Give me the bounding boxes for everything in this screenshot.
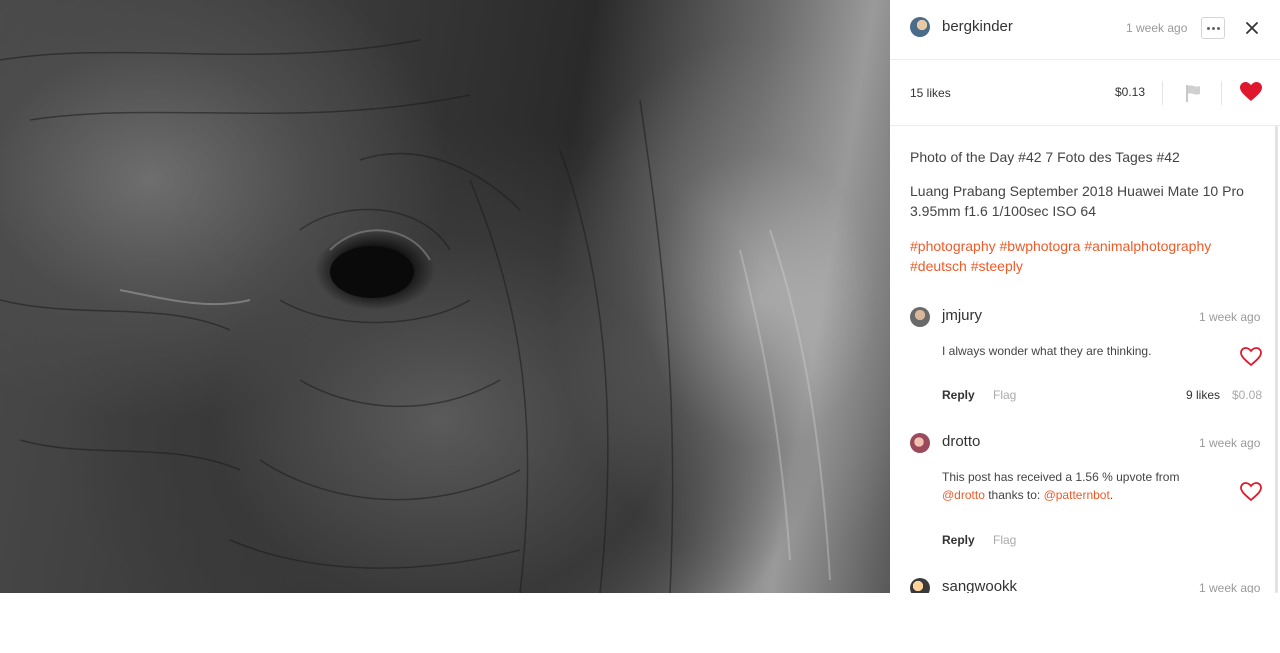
comment-text: This post has received a 1.56 % upvote f… [942, 468, 1232, 504]
comment-text-part: This post has received a 1.56 % upvote f… [942, 470, 1180, 484]
divider [1162, 81, 1163, 105]
comment-author[interactable]: drotto [942, 433, 980, 450]
author-avatar[interactable] [910, 17, 930, 37]
flag-button[interactable]: Flag [993, 388, 1016, 402]
comment-avatar[interactable] [910, 307, 930, 327]
post-stats-bar: 15 likes $0.13 [890, 61, 1280, 126]
photo-texture [0, 39, 831, 593]
comment-avatar[interactable] [910, 433, 930, 453]
comment-author[interactable]: jmjury [942, 307, 982, 324]
panel-scrollbar[interactable] [1275, 126, 1278, 593]
author-name[interactable]: bergkinder [942, 18, 1013, 35]
heart-icon[interactable] [1239, 480, 1263, 504]
close-icon[interactable] [1242, 18, 1262, 38]
divider [1221, 81, 1222, 105]
heart-icon[interactable] [1239, 80, 1263, 104]
more-options-icon [1206, 26, 1210, 30]
post-photo[interactable] [0, 0, 890, 593]
more-options-dot [1216, 26, 1220, 30]
comment-avatar[interactable] [910, 578, 930, 593]
more-options-button[interactable] [1201, 17, 1225, 39]
post-payout: $0.13 [1115, 85, 1146, 99]
likes-count[interactable]: 15 likes [910, 86, 951, 100]
comment-author[interactable]: sangwookk [942, 578, 1017, 593]
post-title: Photo of the Day #42 7 Foto des Tages #4… [910, 149, 1180, 165]
reply-button[interactable]: Reply [942, 388, 975, 402]
tags-line[interactable]: #deutsch #steeply [910, 256, 1262, 276]
flag-icon[interactable] [1184, 83, 1202, 103]
more-options-dot [1211, 26, 1215, 30]
flag-button[interactable]: Flag [993, 533, 1016, 547]
user-mention-link[interactable]: @patternbot [1044, 488, 1110, 502]
post-detail-panel: bergkinder 1 week ago 15 likes $0.13 Pho [890, 0, 1280, 593]
post-tags[interactable]: #photography #bwphotogra #animalphotogra… [910, 236, 1262, 276]
comment-text-part: . [1109, 488, 1114, 502]
comment-likes[interactable]: 9 likes [1186, 388, 1220, 402]
comment-time: 1 week ago [1199, 581, 1261, 593]
tags-line[interactable]: #photography #bwphotogra #animalphotogra… [910, 236, 1262, 256]
comment-time: 1 week ago [1199, 310, 1261, 324]
reply-button[interactable]: Reply [942, 533, 975, 547]
post-time: 1 week ago [1126, 21, 1188, 35]
post-details: Luang Prabang September 2018 Huawei Mate… [910, 183, 1244, 219]
comment-time: 1 week ago [1199, 436, 1261, 450]
heart-icon[interactable] [1239, 345, 1263, 369]
user-mention-link[interactable]: @drotto [942, 488, 985, 502]
comment-text-part: thanks to: [984, 488, 1044, 502]
comment-text: I always wonder what they are thinking. [942, 344, 1152, 358]
photo-viewer: bergkinder 1 week ago 15 likes $0.13 Pho [0, 0, 1280, 653]
comment-payout: $0.08 [1232, 388, 1263, 402]
post-header: bergkinder 1 week ago [890, 0, 1280, 60]
